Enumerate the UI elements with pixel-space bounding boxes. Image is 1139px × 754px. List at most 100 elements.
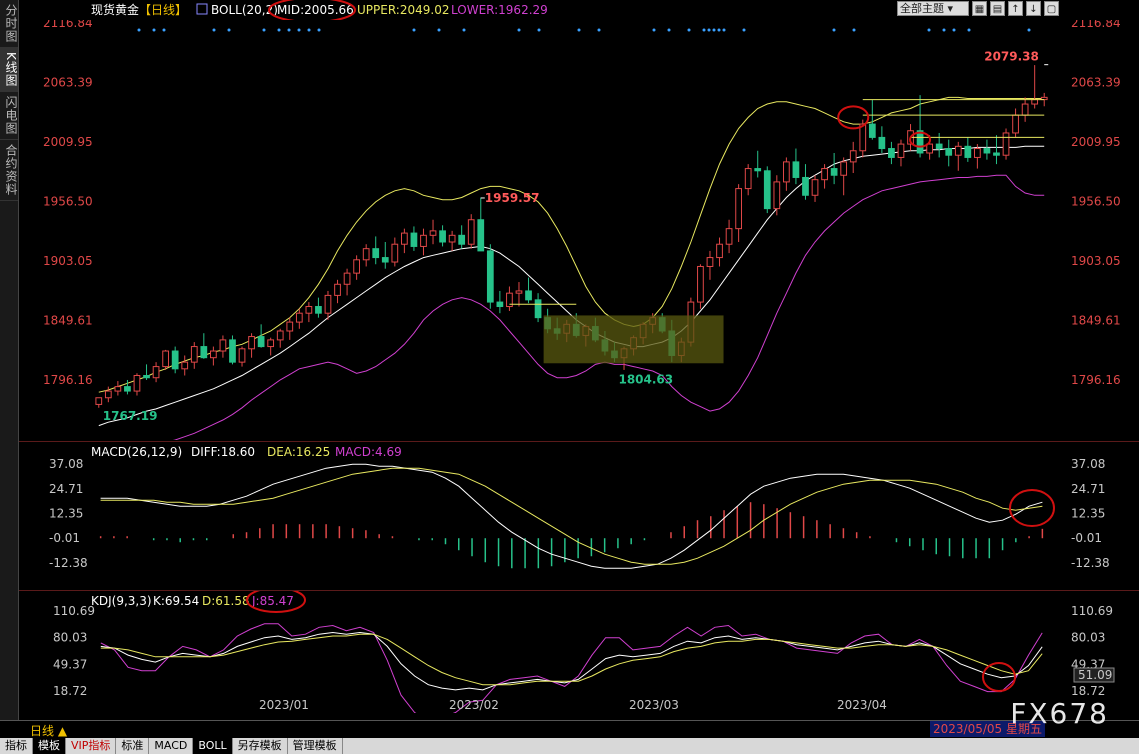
- kdj-axis-right: 110.6980.0349.3718.72: [1071, 604, 1113, 698]
- candle-body: [1012, 114, 1019, 134]
- candle-body: [238, 348, 246, 363]
- signal-dot: [722, 28, 726, 32]
- boll-lower: LOWER:1962.29: [451, 3, 548, 17]
- x-axis: 2023/01 2023/02 2023/03 2023/04: [259, 698, 887, 712]
- arrow-up-icon[interactable]: ↑: [1008, 1, 1023, 16]
- candle-body: [181, 361, 189, 370]
- grid-icon[interactable]: ▤: [990, 1, 1005, 16]
- candle-body: [783, 161, 790, 183]
- price-tick-left: 1796.16: [43, 373, 93, 387]
- candle-body: [477, 219, 485, 252]
- tab-kline[interactable]: K线图: [0, 48, 18, 92]
- candle-body: [888, 148, 895, 158]
- kdj-panel: KDJ(9,3,3) K:69.54 D:61.58 J:85.47 110.6…: [19, 590, 1139, 713]
- boll-mid-line: [98, 145, 1045, 427]
- consolidation-box: [543, 315, 724, 364]
- candle-body: [897, 143, 905, 158]
- tab-flash[interactable]: 闪电图: [0, 92, 18, 140]
- kdj-cursor-value: 51.09: [1078, 668, 1112, 682]
- signal-dot: [597, 28, 601, 32]
- candle-body: [343, 272, 351, 285]
- candle-body: [114, 386, 122, 392]
- zoom-icon[interactable]: ▦: [972, 1, 987, 16]
- candle-body: [171, 350, 179, 370]
- candle-body: [993, 152, 1000, 156]
- candle-body: [496, 301, 504, 308]
- candle-body: [190, 346, 198, 363]
- signal-dot: [212, 28, 216, 32]
- candle-body: [95, 397, 103, 405]
- kdj-d-line: [100, 633, 1043, 686]
- signal-dot: [952, 28, 956, 32]
- signal-dot: [717, 28, 721, 32]
- candle-body: [716, 243, 723, 259]
- theme-select-value: 全部主题: [900, 2, 944, 15]
- candle-body: [534, 299, 542, 319]
- kdj-chart[interactable]: KDJ(9,3,3) K:69.54 D:61.58 J:85.47 110.6…: [19, 591, 1139, 713]
- bottom-tab[interactable]: BOLL: [193, 738, 233, 754]
- kdj-tick-right: 110.69: [1071, 604, 1113, 618]
- window-icon[interactable]: ▢: [1044, 1, 1059, 16]
- price-tick-left: 2009.95: [43, 135, 93, 149]
- bottom-tab[interactable]: 指标: [0, 738, 33, 754]
- kdj-k: K:69.54: [153, 594, 199, 608]
- kdj-tick-left: 110.69: [53, 604, 95, 618]
- macd-dea: DEA:16.25: [267, 445, 330, 459]
- bottom-tab[interactable]: MACD: [149, 738, 194, 754]
- candle-body: [849, 150, 857, 163]
- signal-dot: [702, 28, 706, 32]
- period-tag: 【日线】: [139, 3, 187, 17]
- candle-body: [391, 243, 399, 263]
- watermark: FX678: [1010, 697, 1109, 730]
- bottom-tab[interactable]: 标准: [116, 738, 150, 754]
- signal-dot: [412, 28, 416, 32]
- bottom-tab[interactable]: VIP指标: [66, 738, 117, 754]
- signal-dot: [437, 28, 441, 32]
- candle-body: [1031, 99, 1039, 105]
- candle-body: [945, 148, 953, 156]
- boll-lower-line: [172, 174, 1045, 440]
- candle-body: [324, 294, 332, 314]
- kdj-j: J:85.47: [251, 594, 294, 608]
- candle-body: [133, 374, 141, 392]
- candle-body: [305, 306, 313, 314]
- candle-body: [381, 257, 389, 263]
- bottom-tab[interactable]: 模板: [33, 738, 66, 754]
- symbol-name: 现货黄金: [91, 2, 139, 17]
- candle-body: [467, 219, 475, 245]
- price-tick-right: 1849.61: [1071, 313, 1121, 327]
- candle-body: [735, 188, 742, 230]
- arrow-down-icon[interactable]: ↓: [1026, 1, 1041, 16]
- macd-chart[interactable]: MACD(26,12,9) DIFF:18.60 DEA:16.25 MACD:…: [19, 442, 1139, 590]
- signal-dot: [137, 28, 141, 32]
- candle-body: [334, 283, 341, 296]
- theme-select[interactable]: 全部主题 ▾: [897, 1, 969, 16]
- kdj-tick-left: 18.72: [53, 684, 87, 698]
- candle-body: [697, 265, 704, 303]
- signal-dot: [152, 28, 156, 32]
- bottom-tab[interactable]: 另存模板: [233, 738, 288, 754]
- candle-body: [401, 232, 408, 245]
- price-chart[interactable]: 2116.84 2063.39 2009.95 1956.50 1903.05 1849.…: [19, 20, 1139, 440]
- candle-body: [420, 234, 427, 247]
- macd-histogram: [99, 502, 1044, 569]
- candle-body: [229, 339, 236, 363]
- candle-body: [152, 366, 160, 379]
- macd-value: MACD:4.69: [335, 445, 402, 459]
- period-selector[interactable]: 日线 ▲: [30, 722, 67, 739]
- x-tick-label: 2023/03: [629, 698, 679, 712]
- kdj-name: KDJ(9,3,3): [91, 594, 152, 608]
- tab-timeshare[interactable]: 分时图: [0, 0, 18, 48]
- candle-body: [362, 248, 370, 261]
- macd-tick-left: -0.01: [49, 531, 80, 545]
- macd-axis-left: 37.08 24.71 12.35 -0.01 -12.38: [49, 457, 88, 570]
- tab-contract-info[interactable]: 合约资料: [0, 140, 18, 201]
- candle-body: [248, 336, 255, 350]
- bottom-tab[interactable]: 管理模板: [288, 738, 343, 754]
- boll-settings-icon[interactable]: [196, 3, 208, 15]
- candle-body: [210, 350, 217, 359]
- candle-body: [267, 339, 275, 348]
- price-tick-left: 1849.61: [43, 313, 93, 327]
- price-tick-left: 1903.05: [43, 254, 93, 268]
- candle-body: [448, 234, 456, 243]
